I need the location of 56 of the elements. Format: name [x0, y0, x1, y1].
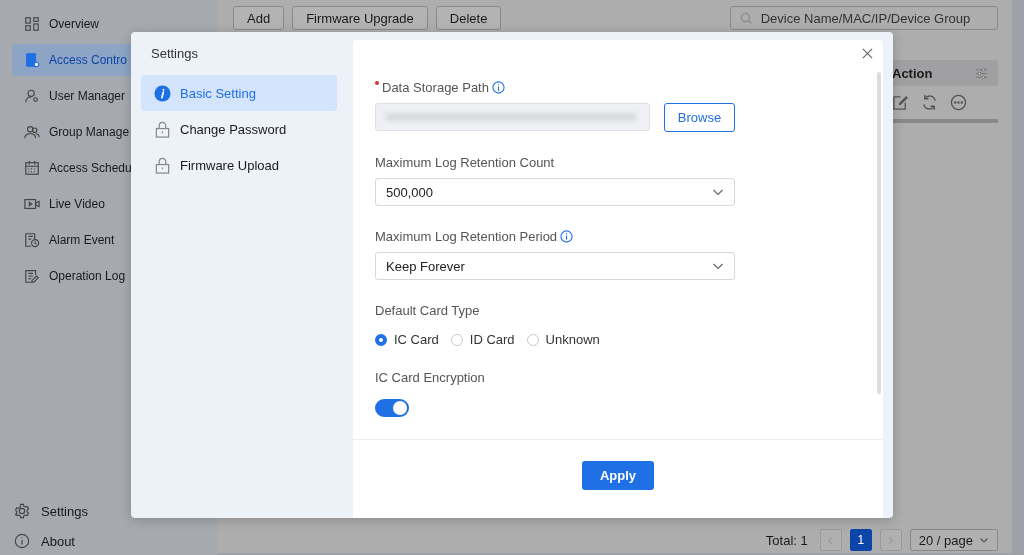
toolbar-button[interactable]: Add: [233, 6, 285, 30]
field-label: IC Card Encryption: [375, 370, 485, 385]
log-icon: [24, 268, 40, 284]
field-label: Maximum Log Retention Period: [375, 229, 558, 244]
page-button[interactable]: 1: [849, 529, 872, 551]
toolbar-button[interactable]: Firmware Upgrade: [292, 6, 428, 30]
dialog-title: Settings: [150, 46, 199, 61]
total-count: Total: 1: [765, 532, 808, 548]
settings-tab[interactable]: Basic Setting: [141, 75, 337, 111]
chevron-down-icon: [979, 535, 989, 545]
radio-button[interactable]: [375, 333, 387, 346]
info-icon: [154, 84, 171, 102]
close-icon[interactable]: [862, 48, 873, 59]
sidebar-item[interactable]: Overview: [12, 8, 217, 40]
radio-option[interactable]: IC Card: [375, 332, 439, 347]
calendar-icon: [24, 160, 40, 176]
sidebar-item[interactable]: Live Video: [12, 188, 217, 220]
sidebar-link[interactable]: Settings: [14, 503, 217, 519]
apply-button[interactable]: Apply: [582, 460, 654, 490]
select-field[interactable]: Keep Forever: [375, 252, 735, 280]
sidebar-link[interactable]: About: [14, 533, 217, 549]
path-field[interactable]: [375, 103, 650, 131]
info-icon[interactable]: [491, 81, 505, 94]
group-icon: [24, 124, 40, 140]
info-icon[interactable]: [560, 230, 574, 243]
more-icon[interactable]: [950, 94, 967, 111]
page-size-dropdown[interactable]: 20 / page: [909, 529, 998, 551]
browse-button[interactable]: Browse: [664, 103, 735, 132]
user-icon: [24, 88, 40, 104]
refresh-icon[interactable]: [921, 94, 938, 111]
toggle-switch[interactable]: [375, 399, 409, 417]
lock-icon: [154, 156, 171, 174]
video-icon: [24, 196, 40, 212]
radio-option[interactable]: ID Card: [450, 332, 515, 347]
sliders-icon[interactable]: [975, 66, 988, 80]
field-label: Default Card Type: [375, 303, 480, 318]
info-icon: [14, 533, 30, 549]
select-field[interactable]: 500,000: [375, 178, 735, 206]
door-icon: [24, 52, 40, 68]
required-mark: [375, 81, 379, 85]
grid-icon: [24, 16, 40, 32]
edit-icon[interactable]: [892, 94, 909, 111]
alarm-icon: [24, 232, 40, 248]
sidebar-item[interactable]: Alarm Event: [12, 224, 217, 256]
search-field[interactable]: Device Name/MAC/IP/Device Group: [730, 6, 998, 30]
sidebar-item[interactable]: Operation Log: [12, 260, 217, 292]
settings-tab[interactable]: Firmware Upload: [141, 147, 337, 183]
radio-option[interactable]: Unknown: [526, 332, 600, 347]
settings-icon: [14, 503, 30, 519]
lock-icon: [154, 120, 171, 138]
field-label: Data Storage Path: [382, 80, 489, 95]
search-icon: [740, 11, 753, 25]
toolbar-button[interactable]: Delete: [435, 6, 502, 30]
field-label: Maximum Log Retention Count: [375, 155, 555, 170]
settings-tab[interactable]: Change Password: [141, 111, 337, 147]
column-header: Action: [892, 65, 933, 81]
